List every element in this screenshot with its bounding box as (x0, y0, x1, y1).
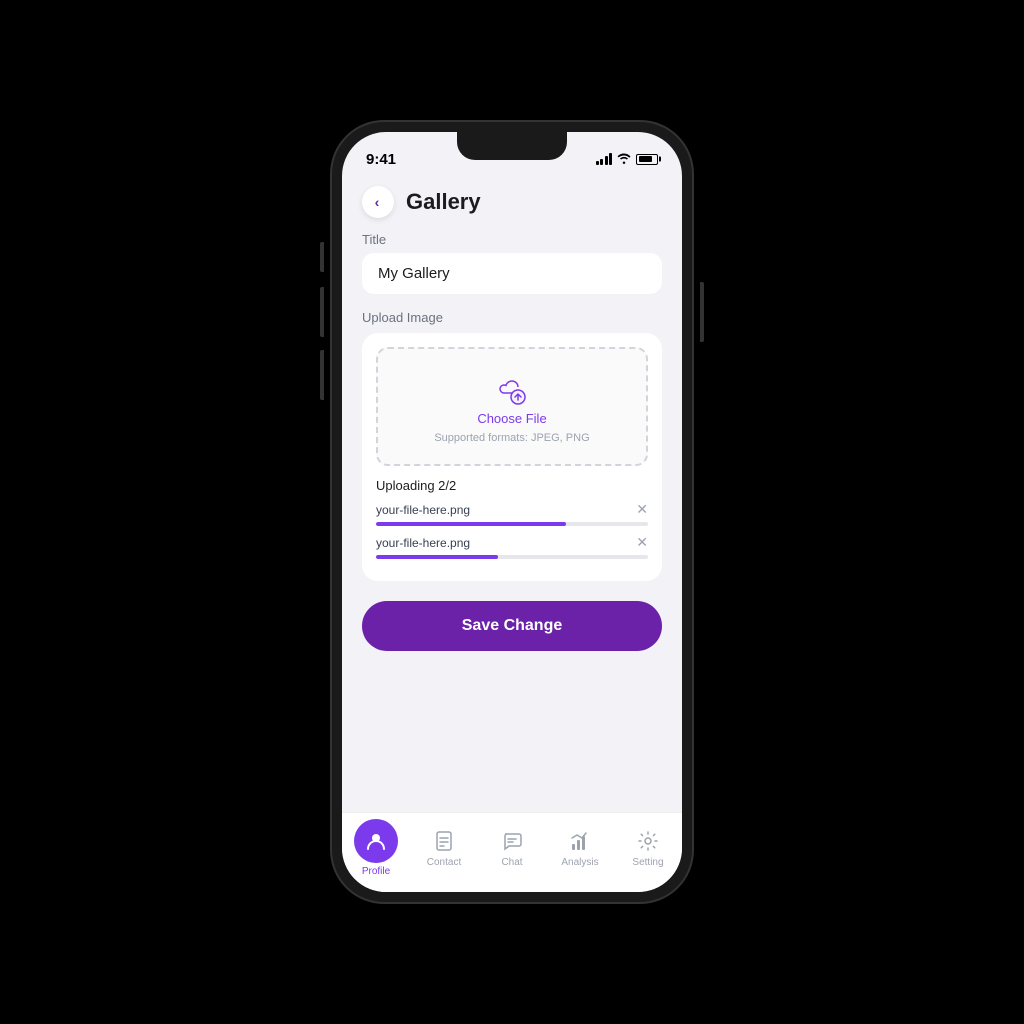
nav-label-setting: Setting (632, 857, 663, 868)
upload-filename-2: your-file-here.png (376, 536, 470, 550)
status-icons (596, 152, 659, 167)
progress-bar-fill-1 (376, 522, 566, 526)
main-content: ‹ Gallery Title Upload Image (342, 176, 682, 812)
save-btn-wrapper: Save Change (342, 581, 682, 667)
nav-label-analysis: Analysis (561, 857, 598, 868)
chat-icon (499, 828, 525, 854)
upload-item-2: your-file-here.png ✕ (376, 534, 648, 559)
profile-icon-bg (354, 819, 398, 863)
nav-label-chat: Chat (501, 857, 522, 868)
nav-item-profile[interactable]: Profile (342, 819, 410, 877)
nav-item-setting[interactable]: Setting (614, 828, 682, 868)
save-button[interactable]: Save Change (362, 601, 662, 651)
progress-bar-bg-1 (376, 522, 648, 526)
upload-filename-1: your-file-here.png (376, 503, 470, 517)
signal-icon (596, 153, 613, 165)
nav-label-profile: Profile (362, 866, 390, 877)
status-time: 9:41 (366, 151, 396, 168)
analysis-icon (567, 828, 593, 854)
notch (457, 132, 567, 160)
page-title: Gallery (406, 189, 481, 215)
nav-label-contact: Contact (427, 857, 461, 868)
choose-file-link[interactable]: Choose File (477, 411, 546, 426)
progress-bar-bg-2 (376, 555, 648, 559)
header: ‹ Gallery (342, 176, 682, 232)
battery-icon (636, 154, 658, 165)
uploading-label: Uploading 2/2 (376, 478, 648, 493)
profile-icon (365, 830, 387, 852)
supported-formats: Supported formats: JPEG, PNG (434, 432, 589, 444)
wifi-icon (617, 152, 631, 167)
nav-item-analysis[interactable]: Analysis (546, 828, 614, 868)
cloud-upload-icon (492, 369, 532, 405)
nav-item-contact[interactable]: Contact (410, 828, 478, 868)
upload-section-label: Upload Image (362, 310, 662, 325)
title-input[interactable] (362, 253, 662, 294)
nav-item-chat[interactable]: Chat (478, 828, 546, 868)
bottom-nav: Profile Contact (342, 812, 682, 892)
form-area: Title Upload Image Choose File Suppor (342, 232, 682, 581)
title-field-label: Title (362, 232, 662, 247)
back-icon: ‹ (375, 194, 380, 210)
progress-bar-fill-2 (376, 555, 498, 559)
upload-dropzone[interactable]: Choose File Supported formats: JPEG, PNG (376, 347, 648, 466)
upload-close-1[interactable]: ✕ (636, 501, 648, 518)
upload-close-2[interactable]: ✕ (636, 534, 648, 551)
back-button[interactable]: ‹ (362, 186, 394, 218)
upload-zone-wrapper: Choose File Supported formats: JPEG, PNG… (362, 333, 662, 581)
upload-item-1: your-file-here.png ✕ (376, 501, 648, 526)
contact-icon (431, 828, 457, 854)
setting-icon (635, 828, 661, 854)
